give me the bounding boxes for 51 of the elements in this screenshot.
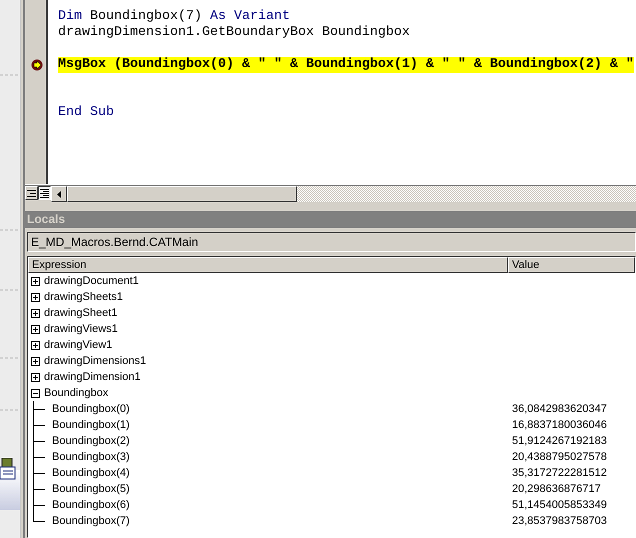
variable-value: 36,0842983620347: [511, 403, 607, 415]
variable-name: drawingDimension1: [44, 371, 141, 383]
tree-line: [33, 417, 46, 433]
code-line: Dim Boundingbox(7) As Variant: [58, 9, 290, 25]
variable-name: Boundingbox(4): [52, 467, 130, 479]
code-line: End Sub: [58, 105, 114, 121]
scrollbar-thumb[interactable]: [67, 186, 297, 202]
column-header[interactable]: Expression: [28, 257, 508, 273]
variable-name: drawingSheets1: [44, 291, 123, 303]
variable-name: drawingView1: [44, 339, 112, 351]
variable-value: 23,8537983758703: [511, 515, 607, 527]
procedure-view-button[interactable]: [25, 186, 38, 200]
column-header[interactable]: Value: [508, 257, 635, 273]
panel-title: Locals: [25, 211, 636, 228]
variable-value: 16,8837180036046: [511, 419, 607, 431]
variable-name: Boundingbox(0): [52, 403, 130, 415]
expand-icon[interactable]: [31, 308, 40, 318]
variable-name: Boundingbox(3): [52, 451, 130, 463]
variable-name: drawingSheet1: [44, 307, 118, 319]
tree-line: [33, 465, 46, 481]
tree-line: [33, 449, 46, 465]
variable-value: 35,3172722281512: [511, 467, 607, 479]
context-field: E_MD_Macros.Bernd.CATMain: [27, 232, 636, 252]
collapse-icon[interactable]: [31, 388, 40, 398]
current-line-arrow-icon: [31, 59, 43, 71]
expand-icon[interactable]: [31, 276, 40, 286]
variable-name: Boundingbox: [44, 387, 108, 399]
variable-name: Boundingbox(1): [52, 419, 130, 431]
code-line: drawingDimension1.GetBoundaryBox Boundingbox: [58, 25, 410, 41]
variable-value: 20,298636876717: [511, 483, 601, 495]
tree-line: [33, 433, 46, 449]
variable-name: Boundingbox(7): [52, 515, 130, 527]
tree-line: [33, 401, 46, 417]
variable-name: drawingViews1: [44, 323, 118, 335]
variable-name: Boundingbox(2): [52, 435, 130, 447]
full-module-view-button[interactable]: [38, 186, 51, 200]
left-arrow-icon: [57, 190, 61, 198]
expand-icon[interactable]: [31, 292, 40, 302]
variable-value: 51,9124267192183: [511, 435, 607, 447]
variable-name: Boundingbox(5): [52, 483, 130, 495]
variable-value: 20,4388795027578: [511, 451, 607, 463]
scroll-left-button[interactable]: [51, 186, 67, 202]
variable-name: drawingDocument1: [44, 275, 139, 287]
expand-icon[interactable]: [31, 324, 40, 334]
variable-name: drawingDimensions1: [44, 355, 146, 367]
variable-value: 51,1454005853349: [511, 499, 607, 511]
tree-line: [33, 481, 46, 497]
expand-icon[interactable]: [31, 372, 40, 382]
variable-name: Boundingbox(6): [52, 499, 130, 511]
expand-icon[interactable]: [31, 356, 40, 366]
expand-icon[interactable]: [31, 340, 40, 350]
